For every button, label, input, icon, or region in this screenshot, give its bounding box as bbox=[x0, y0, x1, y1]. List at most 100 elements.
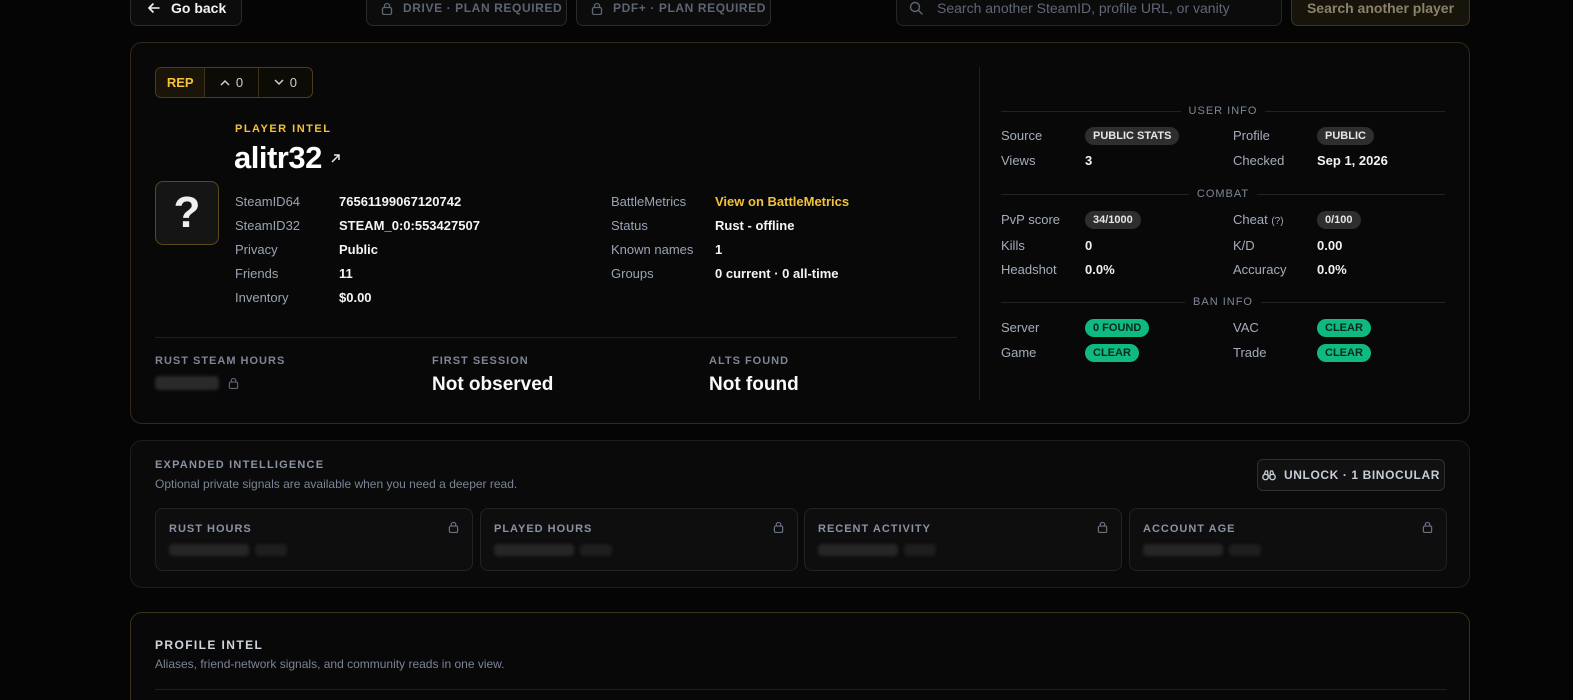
ban-info-title: BAN INFO bbox=[1001, 296, 1445, 308]
redacted-value bbox=[494, 544, 574, 556]
search-player-button[interactable]: Search another player bbox=[1291, 0, 1470, 26]
locked-tile-rust-hours[interactable]: RUST HOURS bbox=[155, 508, 473, 571]
rep-widget: REP 0 0 bbox=[155, 67, 313, 98]
cheat-badge: 0/100 bbox=[1317, 211, 1361, 229]
source-label: Source bbox=[1001, 128, 1043, 143]
search-player-label: Search another player bbox=[1306, 0, 1455, 16]
field-value: $0.00 bbox=[339, 290, 372, 305]
field-value: 11 bbox=[339, 266, 353, 281]
first-session-value: Not observed bbox=[432, 374, 554, 395]
redacted-value bbox=[580, 544, 612, 556]
kills-label: Kills bbox=[1001, 238, 1025, 253]
headshot-value: 0.0% bbox=[1085, 262, 1115, 277]
player-intel-tag: PLAYER INTEL bbox=[235, 123, 332, 135]
rep-label: REP bbox=[156, 68, 206, 97]
locked-tile-played-hours[interactable]: PLAYED HOURS bbox=[480, 508, 798, 571]
game-ban-label: Game bbox=[1001, 345, 1037, 360]
vac-ban-badge: CLEAR bbox=[1317, 319, 1371, 337]
redacted-value bbox=[169, 544, 249, 556]
go-back-button[interactable]: Go back bbox=[130, 0, 242, 26]
profile-intel-card: PROFILE INTEL Aliases, friend-network si… bbox=[130, 612, 1470, 700]
expanded-intelligence-card: EXPANDED INTELLIGENCE Optional private s… bbox=[130, 440, 1470, 588]
field-value: 1 bbox=[715, 242, 723, 257]
field-value: 0 current · 0 all-time bbox=[715, 266, 839, 281]
profile-badge: PUBLIC bbox=[1317, 127, 1374, 145]
tile-label: PLAYED HOURS bbox=[494, 523, 593, 535]
upvote-button[interactable]: 0 bbox=[205, 68, 259, 97]
redacted-value bbox=[255, 544, 287, 556]
combat-title: COMBAT bbox=[1001, 188, 1445, 200]
lock-icon bbox=[1097, 521, 1108, 533]
player-name: alitr32 bbox=[234, 140, 322, 175]
locked-tile-recent-activity[interactable]: RECENT ACTIVITY bbox=[804, 508, 1122, 571]
drive-export-button[interactable]: DRIVE · PLAN REQUIRED bbox=[366, 0, 567, 26]
trade-ban-label: Trade bbox=[1233, 345, 1267, 360]
pvp-badge: 34/1000 bbox=[1085, 211, 1141, 229]
pvp-label: PvP score bbox=[1001, 212, 1061, 227]
kd-label: K/D bbox=[1233, 238, 1255, 253]
game-ban-badge: CLEAR bbox=[1085, 344, 1139, 362]
downvote-button[interactable]: 0 bbox=[259, 68, 312, 97]
field-value: STEAM_0:0:553427507 bbox=[339, 218, 480, 233]
kd-value: 0.00 bbox=[1317, 238, 1343, 253]
chevron-up-icon bbox=[220, 79, 230, 86]
trade-ban-badge: CLEAR bbox=[1317, 344, 1371, 362]
field-label: Status bbox=[611, 218, 648, 233]
pdf-export-button[interactable]: PDF+ · PLAN REQUIRED bbox=[576, 0, 771, 26]
player-card: REP 0 0 PLAYER INTEL alitr32 ? SteamID64… bbox=[130, 42, 1470, 424]
profile-intel-title: PROFILE INTEL bbox=[155, 638, 264, 652]
accuracy-value: 0.0% bbox=[1317, 262, 1347, 277]
pdf-label: PDF+ · PLAN REQUIRED bbox=[613, 1, 767, 15]
cheat-label: Cheat (?) bbox=[1233, 212, 1284, 227]
search-input[interactable] bbox=[937, 0, 1267, 16]
server-ban-label: Server bbox=[1001, 320, 1040, 335]
tile-label: ACCOUNT AGE bbox=[1143, 523, 1236, 535]
field-label: Privacy bbox=[235, 242, 278, 257]
views-label: Views bbox=[1001, 153, 1036, 168]
divider bbox=[155, 337, 957, 338]
locked-tile-account-age[interactable]: ACCOUNT AGE bbox=[1129, 508, 1447, 571]
lock-icon bbox=[381, 2, 393, 15]
vac-ban-label: VAC bbox=[1233, 320, 1259, 335]
redacted-value bbox=[1143, 544, 1223, 556]
unlock-label: UNLOCK · 1 BINOCULAR bbox=[1284, 468, 1440, 482]
arrow-left-icon bbox=[148, 3, 160, 13]
alts-found-value: Not found bbox=[709, 374, 799, 395]
rust-hours-redacted bbox=[155, 376, 219, 390]
divider bbox=[979, 67, 980, 400]
binoculars-icon bbox=[1262, 469, 1276, 480]
field-value: 76561199067120742 bbox=[339, 194, 462, 209]
lock-icon bbox=[591, 2, 603, 15]
source-badge: PUBLIC STATS bbox=[1085, 127, 1180, 145]
field-label: Groups bbox=[611, 266, 654, 281]
battlemetrics-link[interactable]: View on BattleMetrics bbox=[715, 194, 849, 209]
upvote-count: 0 bbox=[235, 75, 244, 90]
cheat-help-icon[interactable]: (?) bbox=[1271, 216, 1283, 227]
search-field[interactable] bbox=[896, 0, 1282, 26]
redacted-value bbox=[1229, 544, 1261, 556]
views-value: 3 bbox=[1085, 153, 1093, 168]
field-label: Friends bbox=[235, 266, 279, 281]
go-back-label: Go back bbox=[171, 0, 227, 16]
redacted-value bbox=[818, 544, 898, 556]
checked-value: Sep 1, 2026 bbox=[1317, 153, 1388, 168]
first-session-label: FIRST SESSION bbox=[432, 355, 529, 367]
lock-icon bbox=[228, 377, 239, 389]
external-link-icon[interactable] bbox=[330, 153, 341, 164]
field-value: Rust - offline bbox=[715, 218, 795, 233]
lock-icon bbox=[1422, 521, 1433, 533]
divider bbox=[155, 689, 1447, 690]
avatar: ? bbox=[155, 181, 219, 245]
unlock-button[interactable]: UNLOCK · 1 BINOCULAR bbox=[1257, 459, 1445, 491]
chevron-down-icon bbox=[274, 79, 284, 86]
field-label: SteamID32 bbox=[235, 218, 301, 233]
drive-label: DRIVE · PLAN REQUIRED bbox=[403, 1, 563, 15]
profile-intel-subtitle: Aliases, friend-network signals, and com… bbox=[155, 657, 505, 671]
profile-label: Profile bbox=[1233, 128, 1270, 143]
field-label: Inventory bbox=[235, 290, 289, 305]
expanded-subtitle: Optional private signals are available w… bbox=[155, 477, 518, 491]
field-label: BattleMetrics bbox=[611, 194, 687, 209]
downvote-count: 0 bbox=[289, 75, 297, 90]
expanded-title: EXPANDED INTELLIGENCE bbox=[155, 459, 325, 471]
tile-label: RECENT ACTIVITY bbox=[818, 523, 931, 535]
